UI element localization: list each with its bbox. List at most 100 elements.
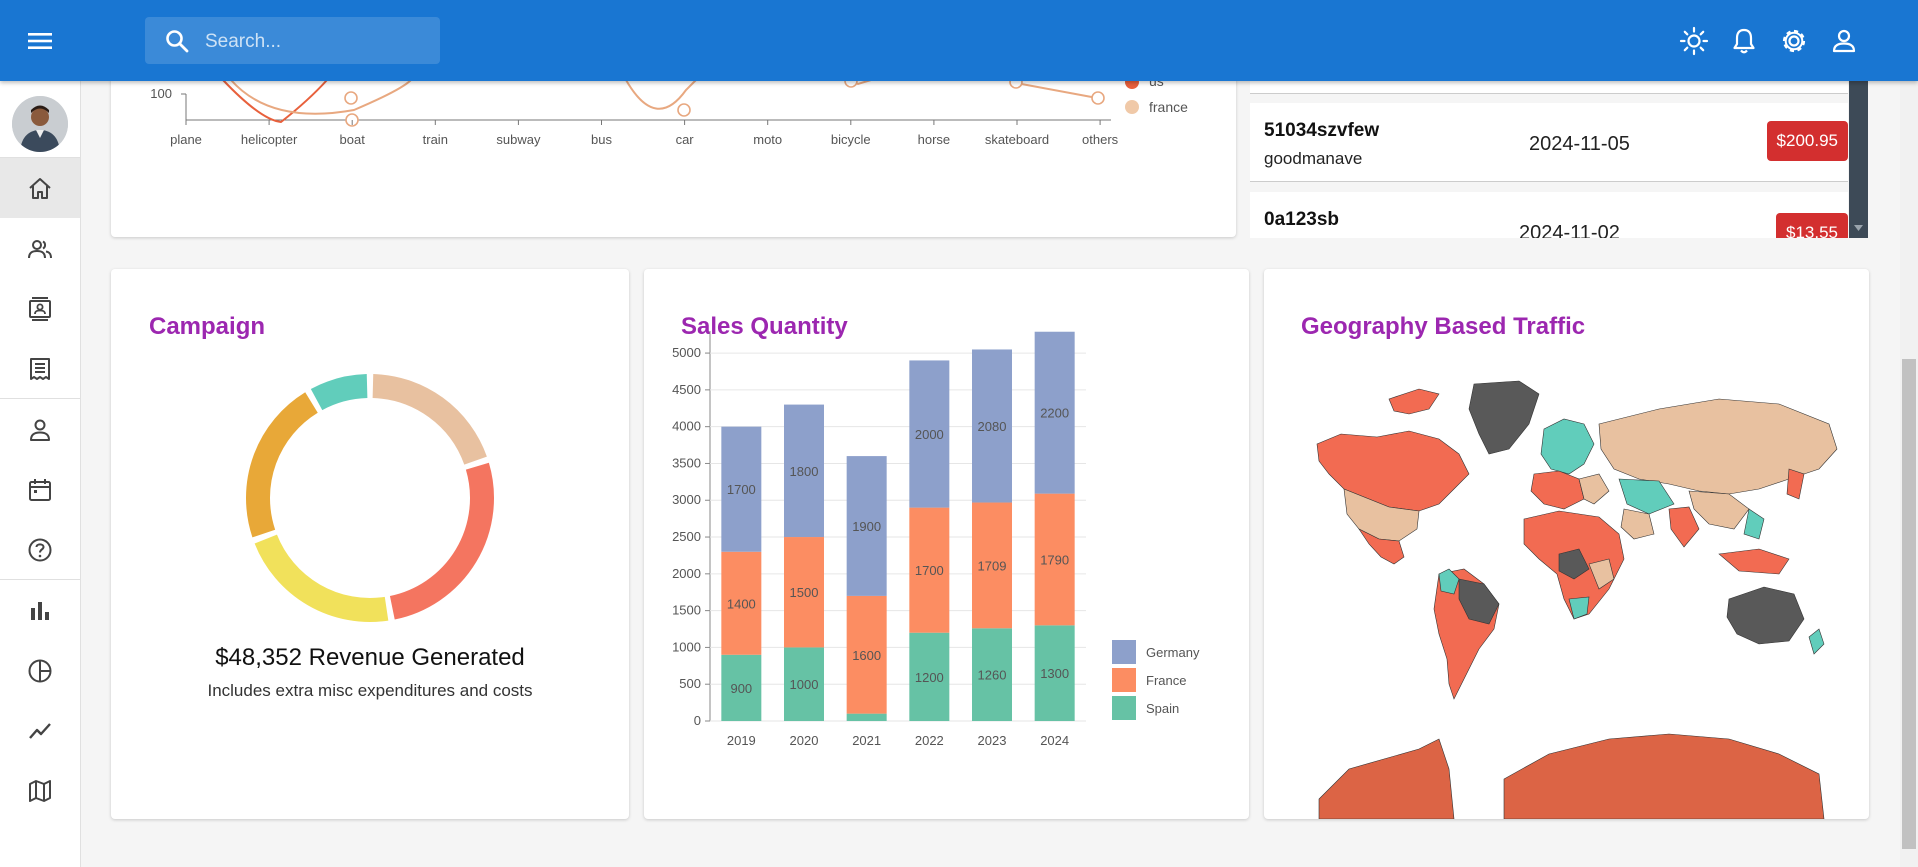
bar-value-label: 900 [730, 681, 752, 696]
bar-value-label: 1790 [1040, 552, 1069, 567]
sidebar-item-dashboard[interactable] [0, 158, 80, 218]
geography-icon [29, 780, 51, 802]
x-tick-label: subway [496, 132, 541, 147]
transactions-scrollbar[interactable] [1849, 81, 1868, 238]
sidebar-item-contacts[interactable] [0, 278, 80, 338]
legend-swatch [1112, 640, 1136, 664]
campaign-revenue: $48,352 Revenue Generated [215, 644, 525, 671]
campaign-title: Campaign [149, 313, 266, 340]
bar-value-label: 2200 [1040, 406, 1069, 421]
campaign-progress-ring [246, 374, 494, 622]
y-tick-label: 2000 [672, 566, 701, 581]
y-tick-100: 100 [150, 86, 172, 101]
bar-value-label: 1400 [727, 596, 756, 611]
y-tick-label: 1000 [672, 639, 701, 654]
x-tick-label: 2024 [1040, 733, 1069, 748]
ring-segment [254, 534, 389, 622]
geography-title: Geography Based Traffic [1301, 313, 1586, 340]
contacts-icon [29, 297, 51, 321]
x-tick-label: boat [340, 132, 366, 147]
y-tick-label: 500 [679, 676, 701, 691]
page-scrollbar-thumb[interactable] [1902, 359, 1916, 849]
bar-segment [846, 713, 887, 721]
x-tick-label: 2023 [978, 733, 1007, 748]
sidebar-item-calendar[interactable] [0, 459, 80, 519]
y-tick-label: 2500 [672, 529, 701, 544]
x-tick-label: 2019 [727, 733, 756, 748]
x-tick-label: bicycle [831, 132, 871, 147]
legend-swatch [1112, 668, 1136, 692]
bar-value-label: 1900 [852, 519, 881, 534]
legend-france: france [1149, 99, 1188, 115]
bar-value-label: 2080 [978, 419, 1007, 434]
line-chart-icon [29, 723, 51, 739]
sidebar-item-pie-chart[interactable] [0, 640, 80, 700]
notifications-button[interactable] [1727, 24, 1761, 58]
y-tick-label: 3000 [672, 492, 701, 507]
y-tick-label: 4500 [672, 382, 701, 397]
bar-value-label: 1600 [852, 648, 881, 663]
sidebar-item-geography[interactable] [0, 760, 80, 820]
transaction-row: 51034szvfew goodmanave 2024-11-05 $200.9… [1250, 103, 1848, 182]
x-tick-label: plane [170, 132, 202, 147]
x-tick-label: train [423, 132, 448, 147]
bar-value-label: 1800 [790, 464, 819, 479]
x-tick-label: moto [753, 132, 782, 147]
transaction-date: 2024-11-05 [1529, 133, 1630, 155]
x-tick-label: others [1082, 132, 1119, 147]
notifications-icon [1733, 28, 1755, 54]
calendar-icon [29, 479, 51, 501]
y-tick-label: 0 [694, 713, 701, 728]
bar-value-label: 1500 [790, 585, 819, 600]
sales-bar-chart: 0 500 1000 1500 2000 2500 3000 3500 4000 4500 5000… [672, 331, 1200, 748]
menu-icon [28, 33, 52, 49]
sidebar-item-team[interactable] [0, 218, 80, 278]
bar-value-label: 1700 [915, 563, 944, 578]
bar-value-label: 1260 [978, 668, 1007, 683]
sidebar [0, 81, 81, 867]
legend-label: France [1146, 673, 1186, 688]
transaction-cost-badge: $13.55 [1776, 213, 1848, 238]
sidebar-item-faq[interactable] [0, 519, 80, 579]
y-tick-label: 5000 [672, 345, 701, 360]
sales-quantity-card: Sales Quantity 0 500 1000 1500 2000 2500 3000 3… [644, 269, 1249, 819]
faq-icon [28, 538, 52, 562]
transaction-row: 0a123sb 2024-11-02 $13.55 [1250, 192, 1848, 238]
bar-value-label: 1200 [915, 670, 944, 685]
bar-value-label: 1000 [790, 677, 819, 692]
pie-chart-icon [28, 659, 52, 683]
light-mode-button[interactable] [1677, 24, 1711, 58]
x-tick-label: helicopter [241, 132, 298, 147]
legend-label: Spain [1146, 701, 1179, 716]
sidebar-item-bar-chart[interactable] [0, 580, 80, 640]
x-tick-label: car [676, 132, 695, 147]
world-map[interactable] [1289, 379, 1849, 819]
search-input[interactable] [203, 17, 432, 66]
line-chart-fragment: 100 us france plane helicopter boat train su… [150, 73, 1188, 147]
search-box[interactable] [145, 17, 440, 66]
search-icon [166, 30, 189, 53]
ring-segment [372, 374, 487, 465]
top-bar [0, 0, 1918, 81]
avatar[interactable] [12, 96, 68, 152]
settings-icon [1782, 29, 1806, 53]
transaction-user: goodmanave [1264, 149, 1363, 168]
invoices-icon [30, 358, 50, 380]
sidebar-item-profile[interactable] [0, 399, 80, 459]
x-tick-label: 2020 [790, 733, 819, 748]
page-scrollbar[interactable] [1900, 81, 1918, 867]
campaign-card: Campaign $48,352 Revenue Generated Inclu… [111, 269, 629, 819]
campaign-subtitle: Includes extra misc expenditures and cos… [207, 681, 533, 700]
x-tick-label: horse [918, 132, 951, 147]
person-icon [1832, 29, 1856, 53]
sidebar-item-invoices[interactable] [0, 338, 80, 398]
x-tick-label: skateboard [985, 132, 1049, 147]
settings-button[interactable] [1777, 24, 1811, 58]
y-tick-label: 3500 [672, 455, 701, 470]
team-icon [28, 240, 52, 259]
ring-segment [310, 374, 368, 411]
profile-button[interactable] [1827, 24, 1861, 58]
sidebar-item-line-chart[interactable] [0, 700, 80, 760]
transaction-cost-badge: $200.95 [1766, 121, 1848, 161]
menu-button[interactable] [22, 24, 58, 58]
